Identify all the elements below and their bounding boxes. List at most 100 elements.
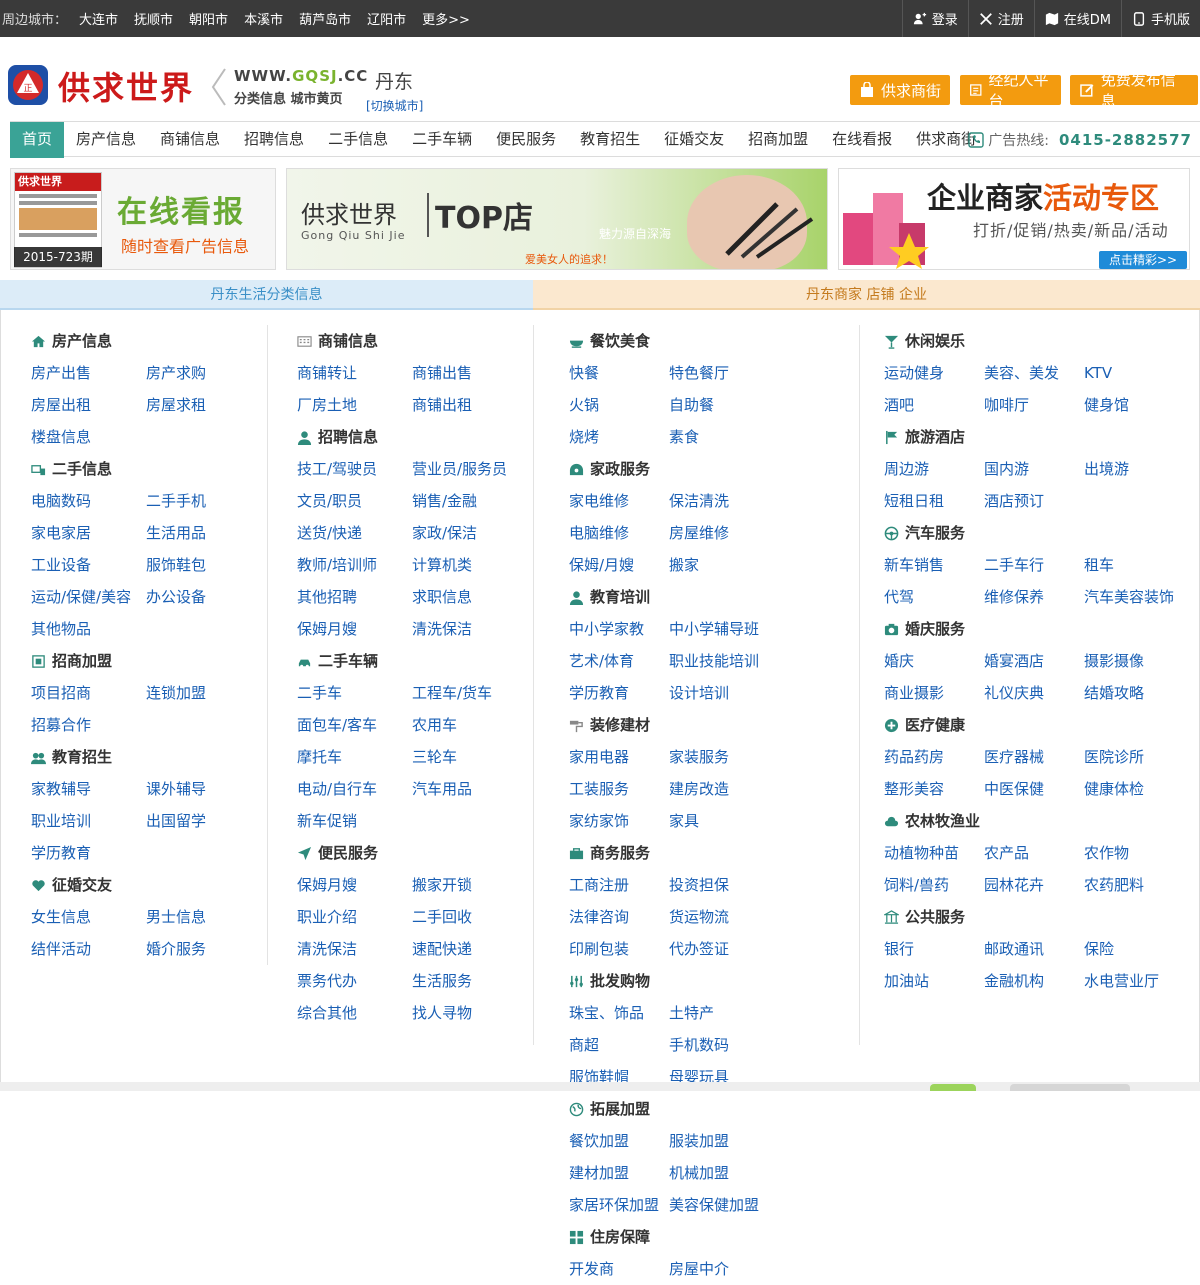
category-link[interactable]: 货运物流 (669, 901, 769, 933)
category-link[interactable]: 招募合作 (31, 709, 146, 741)
category-link[interactable]: 美容、美发 (984, 357, 1084, 389)
category-link[interactable]: 职业介绍 (297, 901, 412, 933)
category-link[interactable]: 房产求购 (146, 357, 261, 389)
category-link[interactable]: 保险 (1084, 933, 1184, 965)
category-link[interactable]: 工商注册 (569, 869, 669, 901)
category-link[interactable]: 二手车 (297, 677, 412, 709)
category-title[interactable]: 装修建材 (569, 709, 859, 741)
category-link[interactable]: 设计培训 (669, 677, 769, 709)
category-link[interactable]: 邮政通讯 (984, 933, 1084, 965)
category-title[interactable]: 家政服务 (569, 453, 859, 485)
category-link[interactable]: 土特产 (669, 997, 769, 1029)
logo-emblem[interactable]: 正 (8, 65, 48, 105)
category-link[interactable]: 保姆月嫂 (297, 869, 412, 901)
online-paper-banner[interactable]: 供求世界 2015-723期 在线看报 随时查看广告信息 (10, 168, 276, 270)
category-link[interactable]: 服装加盟 (669, 1125, 769, 1157)
category-link[interactable]: 家具 (669, 805, 769, 837)
category-link[interactable]: 结婚攻略 (1084, 677, 1184, 709)
category-link[interactable]: 课外辅导 (146, 773, 261, 805)
category-link[interactable]: 送货/快递 (297, 517, 412, 549)
category-link[interactable]: 家电家居 (31, 517, 146, 549)
category-link[interactable]: 水电营业厅 (1084, 965, 1184, 997)
nav-item-used-cars[interactable]: 二手车辆 (400, 122, 484, 158)
category-title[interactable]: 汽车服务 (884, 517, 1184, 549)
category-link[interactable]: 餐饮加盟 (569, 1125, 669, 1157)
category-link[interactable]: 火锅 (569, 389, 669, 421)
category-link[interactable]: 其他招聘 (297, 581, 412, 613)
publish-button[interactable]: 免费发布信息 (1070, 71, 1198, 110)
category-link[interactable]: 投资担保 (669, 869, 769, 901)
category-link[interactable]: 快餐 (569, 357, 669, 389)
category-link[interactable]: 其他物品 (31, 613, 146, 645)
nav-item-shops[interactable]: 商铺信息 (148, 122, 232, 158)
category-link[interactable]: 电脑数码 (31, 485, 146, 517)
category-link[interactable]: 营业员/服务员 (412, 453, 527, 485)
category-link[interactable]: 汽车用品 (412, 773, 527, 805)
category-link[interactable]: 农药肥料 (1084, 869, 1184, 901)
tab-life-classifieds[interactable]: 丹东生活分类信息 (0, 280, 533, 310)
category-link[interactable]: 职业培训 (31, 805, 146, 837)
category-link[interactable]: 特色餐厅 (669, 357, 769, 389)
category-link[interactable]: 建房改造 (669, 773, 769, 805)
category-link[interactable]: 家政/保洁 (412, 517, 527, 549)
category-link[interactable]: 项目招商 (31, 677, 146, 709)
online-dm-link[interactable]: 在线DM (1033, 0, 1121, 37)
category-link[interactable]: 周边游 (884, 453, 984, 485)
category-title[interactable]: 商铺信息 (297, 325, 533, 357)
category-link[interactable]: 生活用品 (146, 517, 261, 549)
category-link[interactable]: 男士信息 (146, 901, 261, 933)
category-link[interactable]: 金融机构 (984, 965, 1084, 997)
category-link[interactable]: 酒吧 (884, 389, 984, 421)
category-link[interactable]: 摄影摄像 (1084, 645, 1184, 677)
category-link[interactable]: 女生信息 (31, 901, 146, 933)
category-title[interactable]: 婚庆服务 (884, 613, 1184, 645)
category-link[interactable]: 商铺出租 (412, 389, 527, 421)
nav-item-home[interactable]: 首页 (10, 122, 65, 158)
category-link[interactable]: 工业设备 (31, 549, 146, 581)
category-link[interactable]: 农产品 (984, 837, 1084, 869)
category-link[interactable]: 健身馆 (1084, 389, 1184, 421)
category-link[interactable]: 生活服务 (412, 965, 527, 997)
nav-item-property[interactable]: 房产信息 (64, 122, 148, 158)
category-link[interactable]: 自助餐 (669, 389, 769, 421)
category-link[interactable]: 家用电器 (569, 741, 669, 773)
category-title[interactable]: 农林牧渔业 (884, 805, 1184, 837)
category-link[interactable]: 技工/驾驶员 (297, 453, 412, 485)
category-link[interactable]: 家居环保加盟 (569, 1189, 669, 1221)
category-link[interactable]: 代驾 (884, 581, 984, 613)
category-title[interactable]: 餐饮美食 (569, 325, 859, 357)
category-link[interactable]: 工装服务 (569, 773, 669, 805)
category-link[interactable]: 建材加盟 (569, 1157, 669, 1189)
category-link[interactable]: 烧烤 (569, 421, 669, 453)
category-link[interactable]: 商铺出售 (412, 357, 527, 389)
agent-platform-button[interactable]: 经纪人平台 (960, 71, 1061, 110)
category-link[interactable]: 维修保养 (984, 581, 1084, 613)
category-link[interactable]: 中小学家教 (569, 613, 669, 645)
category-link[interactable]: 租车 (1084, 549, 1184, 581)
category-link[interactable]: 家纺家饰 (569, 805, 669, 837)
category-link[interactable]: 法律咨询 (569, 901, 669, 933)
category-link[interactable]: 厂房土地 (297, 389, 412, 421)
category-link[interactable]: 清洗保洁 (297, 933, 412, 965)
category-title[interactable]: 教育招生 (31, 741, 267, 773)
nav-item-education[interactable]: 教育招生 (568, 122, 652, 158)
category-link[interactable]: 园林花卉 (984, 869, 1084, 901)
category-link[interactable]: 计算机类 (412, 549, 527, 581)
register-link[interactable]: 注册 (967, 0, 1034, 37)
nav-item-dating[interactable]: 征婚交友 (652, 122, 736, 158)
category-link[interactable]: 出国留学 (146, 805, 261, 837)
category-link[interactable]: 开发商 (569, 1253, 669, 1285)
category-link[interactable]: 服饰鞋包 (146, 549, 261, 581)
category-link[interactable]: 咖啡厅 (984, 389, 1084, 421)
category-link[interactable]: 工程车/货车 (412, 677, 527, 709)
category-link[interactable]: 银行 (884, 933, 984, 965)
category-link[interactable]: 连锁加盟 (146, 677, 261, 709)
mobile-link[interactable]: 手机版 (1120, 0, 1200, 37)
category-link[interactable]: 商业摄影 (884, 677, 984, 709)
category-title[interactable]: 旅游酒店 (884, 421, 1184, 453)
category-link[interactable]: KTV (1084, 357, 1184, 389)
category-link[interactable]: 票务代办 (297, 965, 412, 997)
category-link[interactable]: 二手车行 (984, 549, 1084, 581)
category-link[interactable]: 新车促销 (297, 805, 412, 837)
city-link[interactable]: 大连市 (79, 9, 118, 28)
